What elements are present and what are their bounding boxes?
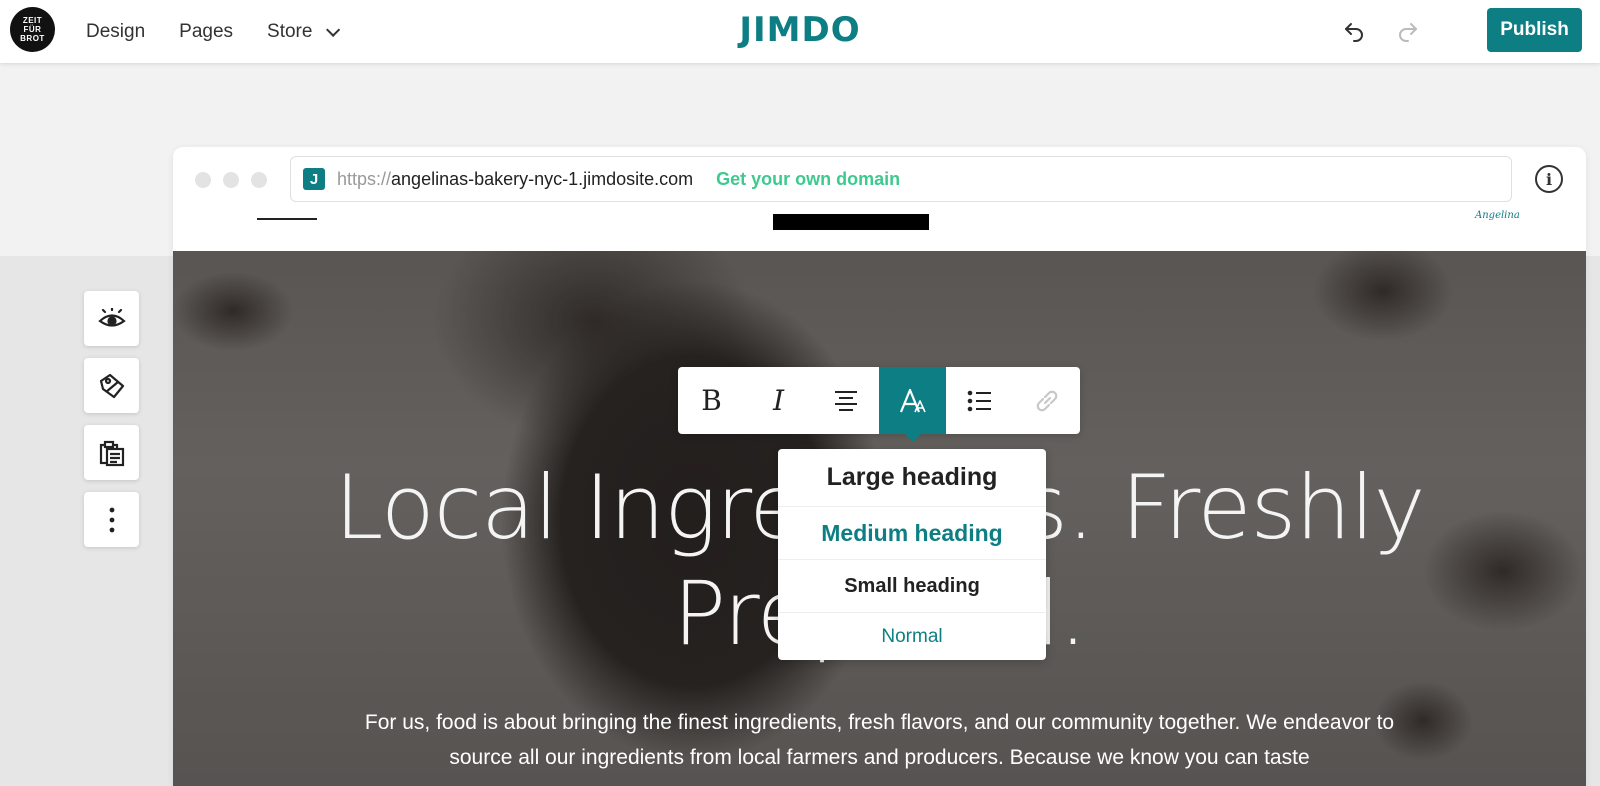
nav-label: Design (86, 20, 146, 42)
redo-button[interactable] (1391, 14, 1425, 48)
menu-item-large-heading[interactable]: Large heading (778, 449, 1046, 507)
get-domain-link[interactable]: Get your own domain (716, 169, 900, 190)
undo-icon (1345, 23, 1363, 42)
redo-icon (1399, 23, 1417, 42)
text-format-toolbar: B I (678, 367, 1080, 442)
info-icon[interactable]: i (1535, 165, 1563, 193)
logo-line: FÜR (23, 25, 42, 34)
url-host: angelinas-bakery-nyc-1.jimdosite.com (391, 168, 694, 189)
site-navigation: Angelina (173, 205, 1586, 251)
url-protocol: https:// (337, 168, 392, 189)
menu-item-medium-heading[interactable]: Medium heading (778, 507, 1046, 560)
preview-button[interactable] (84, 291, 139, 346)
active-nav-indicator (257, 218, 317, 220)
url-bar: J https:// angelinas-bakery-nyc-1.jimdos… (290, 156, 1512, 202)
list-button[interactable] (946, 367, 1013, 434)
logo-line: BROT (20, 34, 45, 43)
nav-pages[interactable]: Pages (179, 21, 233, 43)
text-style-button[interactable] (879, 367, 946, 442)
eye-icon (97, 307, 126, 327)
chevron-down-icon (326, 22, 341, 37)
site-logo-small[interactable]: Angelina (1475, 210, 1520, 221)
tag-button[interactable] (84, 358, 139, 413)
clipboard-button[interactable] (84, 425, 139, 480)
nav-design[interactable]: Design (86, 21, 145, 43)
publish-button[interactable]: Publish (1487, 8, 1582, 52)
link-button[interactable] (1013, 367, 1080, 434)
nav-store[interactable]: Store (267, 20, 341, 43)
nav-label: Store (267, 20, 313, 42)
bold-icon: B (701, 384, 722, 417)
window-dot (195, 172, 211, 188)
tag-icon (99, 373, 124, 398)
heading-style-menu: Large heading Medium heading Small headi… (778, 449, 1046, 660)
nav-label: Pages (179, 20, 234, 42)
bold-button[interactable]: B (678, 367, 745, 434)
clipboard-icon (99, 440, 124, 466)
undo-button[interactable] (1337, 14, 1371, 48)
italic-icon: I (772, 384, 785, 417)
align-button[interactable] (812, 367, 879, 434)
redacted-block (773, 214, 929, 230)
window-dot (251, 172, 267, 188)
site-logo[interactable]: ZEIT FÜR BROT (10, 7, 55, 52)
top-bar: ZEIT FÜR BROT Design Pages Store JIMDO P… (0, 0, 1600, 63)
hero-body-text[interactable]: For us, food is about bringing the fines… (353, 705, 1406, 775)
more-options-button[interactable] (84, 492, 139, 547)
text-style-icon (899, 388, 926, 412)
window-controls (195, 172, 267, 188)
window-dot (223, 172, 239, 188)
logo-line: ZEIT (22, 16, 43, 25)
link-icon (1036, 390, 1057, 411)
main-nav: Design Pages Store (86, 0, 341, 63)
list-icon (967, 390, 991, 411)
italic-button[interactable]: I (745, 367, 812, 434)
menu-item-small-heading[interactable]: Small heading (778, 560, 1046, 613)
jimdo-favicon-icon: J (303, 168, 325, 190)
align-center-icon (834, 390, 857, 411)
more-vertical-icon (109, 507, 114, 532)
menu-item-normal[interactable]: Normal (778, 613, 1046, 660)
